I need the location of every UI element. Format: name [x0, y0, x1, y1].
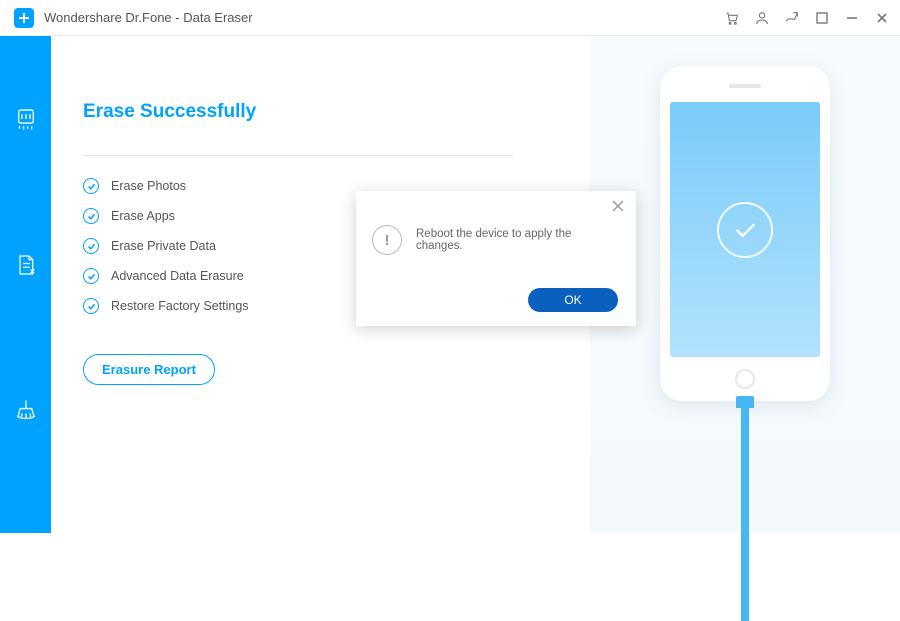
- check-icon: [83, 238, 99, 254]
- cart-icon[interactable]: [724, 10, 740, 26]
- success-check-icon: [717, 202, 773, 258]
- dialog-body: ! Reboot the device to apply the changes…: [356, 191, 636, 255]
- app-title: Wondershare Dr.Fone - Data Eraser: [44, 10, 253, 25]
- device-preview-panel: [590, 36, 900, 533]
- reboot-dialog: ! Reboot the device to apply the changes…: [356, 191, 636, 326]
- titlebar-controls: [724, 0, 890, 36]
- phone-home-button: [735, 369, 755, 389]
- titlebar: Wondershare Dr.Fone - Data Eraser: [0, 0, 900, 36]
- dialog-footer: OK: [528, 288, 618, 312]
- dialog-close-icon[interactable]: [612, 199, 626, 213]
- divider: [83, 155, 513, 156]
- check-icon: [83, 208, 99, 224]
- feedback-icon[interactable]: [784, 10, 800, 26]
- item-label: Advanced Data Erasure: [111, 269, 244, 283]
- dialog-message: Reboot the device to apply the changes.: [416, 228, 620, 252]
- main-panel: Erase Successfully Erase Photos Erase Ap…: [51, 36, 900, 533]
- app-logo: [14, 8, 34, 28]
- sidebar: [0, 36, 51, 533]
- check-icon: [83, 178, 99, 194]
- item-label: Restore Factory Settings: [111, 299, 249, 313]
- close-icon[interactable]: [874, 10, 890, 26]
- erasure-report-button[interactable]: Erasure Report: [83, 354, 215, 385]
- item-label: Erase Apps: [111, 209, 175, 223]
- check-icon: [83, 298, 99, 314]
- ok-button[interactable]: OK: [528, 288, 618, 312]
- minimize-icon[interactable]: [844, 10, 860, 26]
- account-icon[interactable]: [754, 10, 770, 26]
- warning-icon: !: [372, 225, 402, 255]
- usb-cable: [741, 401, 749, 621]
- phone-screen: [670, 102, 820, 357]
- sidebar-item-erase[interactable]: [13, 106, 39, 132]
- item-label: Erase Private Data: [111, 239, 216, 253]
- phone-mockup: [660, 66, 830, 401]
- workspace: Erase Successfully Erase Photos Erase Ap…: [0, 36, 900, 533]
- check-icon: [83, 268, 99, 284]
- window-icon[interactable]: [814, 10, 830, 26]
- phone-speaker: [729, 84, 761, 88]
- sidebar-item-document[interactable]: [13, 252, 39, 278]
- item-label: Erase Photos: [111, 179, 186, 193]
- sidebar-item-clean[interactable]: [13, 398, 39, 424]
